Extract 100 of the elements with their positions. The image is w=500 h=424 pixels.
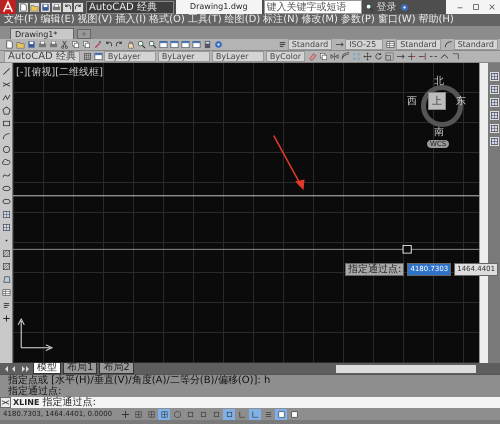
viewport-label[interactable]: [-][俯视][二维线框]	[16, 65, 104, 79]
menu-item[interactable]: 参数(P)	[340, 14, 375, 26]
menu-item[interactable]: 文件(F)	[4, 14, 38, 26]
print-icon[interactable]	[49, 40, 58, 49]
xline-icon[interactable]	[2, 80, 10, 89]
menu-item[interactable]: 插入(I)	[115, 14, 146, 26]
block-icon[interactable]	[490, 72, 498, 81]
polyline-icon[interactable]	[2, 93, 10, 102]
command-input-field[interactable]: XLINE 指定通过点:	[11, 397, 500, 408]
save-icon[interactable]	[41, 2, 50, 12]
stretch-icon[interactable]	[396, 52, 406, 61]
folder-icon[interactable]	[30, 2, 39, 12]
block-icon[interactable]	[2, 210, 10, 219]
menu-item[interactable]: 编辑(E)	[40, 14, 75, 26]
print-icon[interactable]	[52, 2, 61, 12]
copy-icon[interactable]	[319, 52, 328, 61]
table-style-dropdown[interactable]: Standard	[396, 39, 441, 50]
viewcube-top-face[interactable]: 上	[428, 92, 446, 110]
line-icon[interactable]	[2, 67, 10, 76]
menu-item[interactable]: 工具(T)	[188, 14, 222, 26]
app-logo-icon[interactable]	[0, 0, 16, 14]
lines-icon[interactable]	[2, 301, 10, 310]
redo-icon[interactable]	[115, 40, 124, 49]
document-icon[interactable]	[19, 2, 28, 12]
menu-item[interactable]: 修改(M)	[302, 14, 338, 26]
search-field[interactable]: 键入关键字或短语	[264, 0, 362, 14]
zoom-icon[interactable]	[148, 40, 157, 49]
compass-south-label[interactable]: 南	[434, 128, 444, 138]
plot-style-dropdown[interactable]: ByColor	[266, 51, 306, 62]
hatch-icon[interactable]	[2, 249, 10, 258]
pan-icon[interactable]	[126, 40, 135, 49]
maximize-icon[interactable]	[472, 3, 480, 11]
window-icon[interactable]	[159, 40, 168, 49]
scale-icon[interactable]	[385, 52, 394, 61]
window-icon[interactable]	[192, 40, 201, 49]
tab-navigation-icon[interactable]	[3, 365, 31, 373]
lines-icon[interactable]	[278, 40, 287, 49]
trim-icon[interactable]	[407, 52, 416, 61]
spline-icon[interactable]	[2, 171, 10, 180]
calculator-icon[interactable]	[203, 40, 212, 49]
block-icon[interactable]	[490, 111, 498, 120]
arc-icon[interactable]	[2, 132, 10, 141]
polygon-icon[interactable]	[2, 106, 10, 115]
menu-item[interactable]: 格式(O)	[149, 14, 185, 26]
circle-icon[interactable]	[2, 145, 10, 154]
lineweight-dropdown[interactable]: ByLayer	[212, 51, 264, 62]
print-icon[interactable]	[38, 40, 47, 49]
block-icon[interactable]	[490, 137, 498, 146]
xline-icon[interactable]	[1, 398, 10, 407]
grid-icon[interactable]	[82, 52, 92, 61]
hatch-icon[interactable]	[2, 262, 10, 271]
zoom-icon[interactable]	[137, 40, 146, 49]
rotate-icon[interactable]	[374, 52, 384, 61]
workspace-dropdown[interactable]: AutoCAD 经典	[86, 0, 174, 14]
sign-in-link[interactable]: 登录	[376, 0, 397, 14]
block-icon[interactable]	[490, 85, 498, 94]
compass-north-label[interactable]: 北	[434, 77, 444, 87]
plus-icon[interactable]	[2, 314, 10, 323]
dimension-style-dropdown[interactable]: ISO-25	[345, 39, 384, 50]
compass-west-label[interactable]: 西	[407, 97, 417, 107]
undo-icon[interactable]	[63, 2, 72, 12]
table-icon[interactable]	[2, 288, 10, 297]
window-icon[interactable]	[94, 52, 103, 61]
chamfer-icon[interactable]	[451, 52, 460, 61]
redo-icon[interactable]	[74, 2, 83, 12]
menu-item[interactable]: 标注(N)	[263, 14, 299, 26]
move-icon[interactable]	[363, 52, 372, 61]
cloud-icon[interactable]	[2, 158, 10, 167]
join-icon[interactable]	[440, 52, 450, 61]
table-icon[interactable]	[386, 40, 396, 49]
zoom-icon[interactable]	[364, 2, 374, 12]
linetype-dropdown[interactable]: ByLayer	[158, 51, 210, 62]
text-style-dropdown[interactable]: Standard	[288, 39, 332, 50]
save-icon[interactable]	[27, 40, 36, 49]
offset-icon[interactable]	[341, 52, 350, 61]
menu-item[interactable]: 绘图(D)	[224, 14, 260, 26]
menu-item[interactable]: 窗口(W)	[378, 14, 416, 26]
mirror-icon[interactable]	[330, 52, 340, 61]
layer-dropdown[interactable]: ByLayer	[104, 51, 156, 62]
undo-icon[interactable]	[104, 40, 113, 49]
block-icon[interactable]	[490, 98, 498, 107]
close-icon[interactable]	[488, 3, 496, 11]
dynamic-input-prompt: 指定通过点:	[345, 263, 404, 276]
horizontal-scrollbar[interactable]	[336, 365, 476, 373]
extend-icon[interactable]	[418, 52, 428, 61]
menu-item[interactable]: 帮助(H)	[418, 14, 454, 26]
workspace-dropdown[interactable]: AutoCAD 经典	[4, 50, 80, 62]
cut-icon[interactable]	[60, 40, 69, 49]
stretch-icon[interactable]	[335, 40, 344, 49]
compass-east-label[interactable]: 东	[456, 97, 466, 107]
file-tab[interactable]: Drawing1*	[10, 28, 74, 39]
multileader-style-dropdown[interactable]: Standard	[454, 39, 498, 50]
rect-icon[interactable]	[2, 119, 10, 128]
window-icon[interactable]	[170, 40, 179, 49]
window-icon[interactable]	[181, 40, 190, 49]
block-icon[interactable]	[490, 124, 498, 133]
block-icon[interactable]	[2, 223, 10, 232]
region-icon[interactable]	[2, 275, 10, 284]
menu-item[interactable]: 视图(V)	[78, 14, 112, 26]
arc-icon[interactable]	[444, 40, 453, 49]
